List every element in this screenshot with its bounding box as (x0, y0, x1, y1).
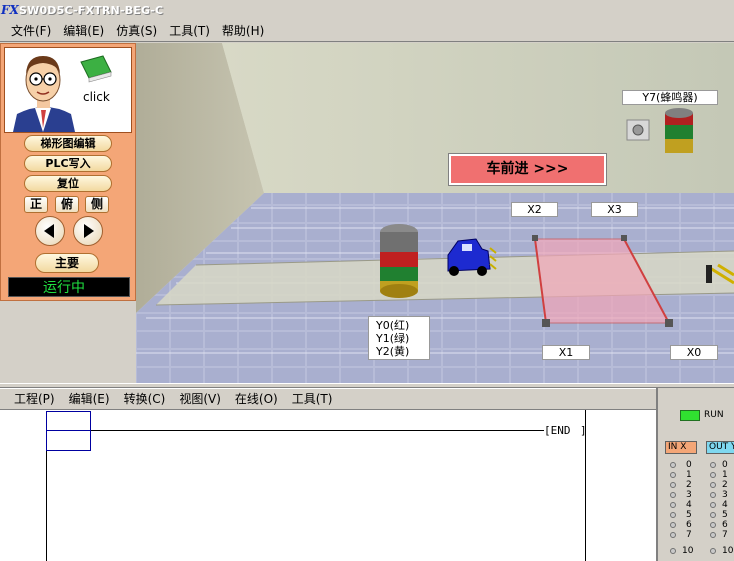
app-window: FX SW0D5C-FXTRN-BEG-C 文件(F) 编辑(E) 仿真(S) … (0, 0, 734, 561)
output-y0-label: 0 (722, 460, 728, 470)
menu-editor-edit[interactable]: 编辑(E) (62, 390, 117, 408)
main-menu-bar: 文件(F) 编辑(E) 仿真(S) 工具(T) 帮助(H) (0, 20, 734, 42)
rotate-right-button[interactable] (73, 216, 103, 246)
instructor-avatar[interactable]: click (4, 47, 132, 133)
menu-convert[interactable]: 转换(C) (117, 390, 173, 408)
label-x1: X1 (542, 345, 590, 360)
menu-project[interactable]: 工程(P) (7, 390, 62, 408)
output-y1-label: 1 (722, 470, 728, 480)
signal-tower (380, 224, 418, 298)
output-y5-label: 5 (722, 510, 728, 520)
input-x5-lamp[interactable] (670, 512, 676, 518)
end-bracket: ] (580, 424, 587, 437)
output-y1-lamp (710, 472, 716, 478)
rotate-left-button[interactable] (35, 216, 65, 246)
output-y10-label: 10 (722, 546, 734, 556)
output-y5-lamp (710, 512, 716, 518)
output-y4-lamp (710, 502, 716, 508)
main-menu-button[interactable]: 主要 (35, 253, 99, 273)
input-x1-lamp[interactable] (670, 472, 676, 478)
input-x7-label: 7 (686, 530, 692, 540)
ladder-rung (91, 430, 544, 431)
menu-view[interactable]: 视图(V) (172, 390, 228, 408)
signal-legend: Y0(红) Y1(绿) Y2(黄) (368, 316, 430, 360)
output-y3-lamp (710, 492, 716, 498)
app-icon: FX (1, 3, 19, 17)
output-y6-lamp (710, 522, 716, 528)
output-y10-lamp (710, 548, 716, 554)
input-x5-label: 5 (686, 510, 692, 520)
input-x6-label: 6 (686, 520, 692, 530)
legend-y1: Y1(绿) (376, 332, 410, 345)
input-x2-label: 2 (686, 480, 692, 490)
input-x4-label: 4 (686, 500, 692, 510)
output-y7-lamp (710, 532, 716, 538)
output-y3-label: 3 (722, 490, 728, 500)
instructor-figure-icon (13, 55, 112, 132)
edit-cursor[interactable] (46, 411, 91, 451)
label-x0: X0 (670, 345, 718, 360)
menu-edit[interactable]: 编辑(E) (58, 22, 109, 40)
menu-file[interactable]: 文件(F) (6, 22, 56, 40)
ladder-edit-button[interactable]: 梯形图编辑 (24, 135, 112, 152)
label-y7-buzzer: Y7(蜂鸣器) (622, 90, 718, 105)
input-x0-label: 0 (686, 460, 692, 470)
input-x6-lamp[interactable] (670, 522, 676, 528)
edit-cursor-divider (46, 430, 91, 431)
run-led (680, 410, 700, 421)
top-view-button[interactable]: 俯 (55, 196, 79, 213)
input-x10-label: 10 (682, 546, 694, 556)
simulation-scene: 车前进 >>> Y7(蜂鸣器) X2 X3 X1 X0 Y0(红) Y1(绿) … (136, 43, 734, 383)
run-status-display: 运行中 (8, 277, 130, 297)
menu-online[interactable]: 在线(O) (228, 390, 285, 408)
label-x2: X2 (511, 202, 558, 217)
car-forward-banner: 车前进 >>> (448, 153, 607, 186)
arrow-right-icon (84, 224, 94, 238)
input-x2-lamp[interactable] (670, 482, 676, 488)
output-y0-lamp (710, 462, 716, 468)
title-bar: FX SW0D5C-FXTRN-BEG-C (0, 0, 734, 20)
label-x3: X3 (591, 202, 638, 217)
menu-simulate[interactable]: 仿真(S) (111, 22, 162, 40)
stack-light-small (665, 108, 693, 153)
input-x4-lamp[interactable] (670, 502, 676, 508)
menu-tools[interactable]: 工具(T) (164, 22, 215, 40)
input-x0-lamp[interactable] (670, 462, 676, 468)
io-monitor-panel: RUN IN X OUT Y 0 0 1 1 2 2 3 3 4 4 5 5 6 6 7 7 10 10 (656, 388, 734, 561)
control-panel: click 梯形图编辑 PLC写入 复位 正 俯 侧 主要 运行中 (0, 43, 136, 301)
legend-y0: Y0(红) (376, 319, 410, 332)
side-view-button[interactable]: 侧 (85, 196, 109, 213)
input-header: IN X (665, 441, 697, 454)
run-label: RUN (704, 410, 724, 420)
menu-editor-tools[interactable]: 工具(T) (285, 390, 340, 408)
plc-write-button[interactable]: PLC写入 (24, 155, 112, 172)
output-y2-lamp (710, 482, 716, 488)
ladder-editor[interactable]: [END ] (0, 409, 656, 561)
input-x7-lamp[interactable] (670, 532, 676, 538)
output-y4-label: 4 (722, 500, 728, 510)
end-instruction[interactable]: [END (544, 424, 571, 437)
output-y7-label: 7 (722, 530, 728, 540)
front-view-button[interactable]: 正 (24, 196, 48, 213)
arrow-left-icon (44, 224, 54, 238)
input-x1-label: 1 (686, 470, 692, 480)
menu-help[interactable]: 帮助(H) (217, 22, 269, 40)
input-x3-lamp[interactable] (670, 492, 676, 498)
output-y6-label: 6 (722, 520, 728, 530)
output-header: OUT Y (706, 441, 734, 454)
window-title: SW0D5C-FXTRN-BEG-C (19, 3, 164, 17)
input-x10-lamp[interactable] (670, 548, 676, 554)
click-label: click (83, 90, 110, 104)
output-y2-label: 2 (722, 480, 728, 490)
editor-menu-bar: 工程(P) 编辑(E) 转换(C) 视图(V) 在线(O) 工具(T) (0, 388, 656, 409)
reset-button[interactable]: 复位 (24, 175, 112, 192)
legend-y2: Y2(黄) (376, 345, 410, 358)
buzzer (626, 119, 650, 141)
input-x3-label: 3 (686, 490, 692, 500)
